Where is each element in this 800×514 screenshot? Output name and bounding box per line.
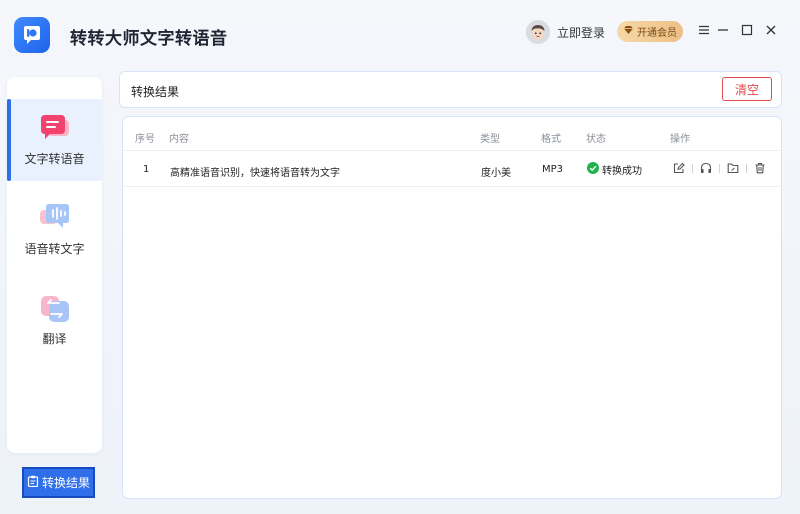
minimize-icon[interactable]	[713, 20, 733, 40]
action-divider	[746, 163, 747, 173]
row-type: 度小美	[481, 168, 511, 179]
conversion-result-button[interactable]: 转换结果	[22, 467, 95, 498]
translate-icon	[39, 294, 71, 324]
menu-icon[interactable]	[694, 20, 714, 40]
column-header-type: 类型	[480, 134, 500, 145]
success-check-icon	[587, 162, 599, 177]
vip-button[interactable]: 开通会员	[617, 21, 683, 42]
title-bar: 转转大师文字转语音 立即登录 开通会员	[0, 0, 800, 68]
column-header-index: 序号	[135, 134, 155, 145]
table-row: 1 高精准语音识别，快速将语音转为文字 度小美 MP3 转换成功	[123, 152, 781, 187]
column-header-content: 内容	[169, 134, 189, 145]
app-logo-icon	[14, 17, 50, 53]
clear-button[interactable]: 清空	[722, 77, 772, 101]
app-title: 转转大师文字转语音	[70, 29, 228, 49]
app-window: 转转大师文字转语音 立即登录 开通会员 文字转语音 语音转文字 翻译 转换结果 …	[0, 0, 800, 514]
speech-to-text-icon	[39, 204, 71, 234]
result-header-bar: 转换结果 清空	[119, 71, 782, 108]
action-divider	[692, 163, 693, 173]
diamond-icon	[623, 25, 634, 38]
column-header-actions: 操作	[670, 134, 690, 145]
clipboard-icon	[27, 475, 39, 490]
table-header: 序号 内容 类型 格式 状态 操作	[123, 117, 781, 151]
column-header-format: 格式	[541, 134, 561, 145]
maximize-icon[interactable]	[737, 20, 757, 40]
sidebar-item-label: 翻译	[42, 332, 67, 346]
sidebar-item-text-to-speech[interactable]: 文字转语音	[7, 99, 102, 181]
status-label: 转换成功	[602, 166, 642, 177]
result-table: 序号 内容 类型 格式 状态 操作 1 高精准语音识别，快速将语音转为文字 度小…	[122, 116, 782, 499]
row-format: MP3	[542, 164, 564, 175]
sidebar-item-translate[interactable]: 翻译	[7, 279, 102, 361]
row-actions	[671, 160, 768, 176]
text-to-speech-icon	[39, 114, 71, 144]
headphones-icon[interactable]	[698, 160, 714, 176]
login-button[interactable]: 立即登录	[526, 19, 605, 45]
sidebar-item-speech-to-text[interactable]: 语音转文字	[7, 189, 102, 271]
section-title: 转换结果	[131, 85, 180, 99]
login-label: 立即登录	[557, 25, 606, 40]
conversion-result-label: 转换结果	[41, 476, 90, 490]
row-content: 高精准语音识别，快速将语音转为文字	[170, 168, 340, 179]
sidebar-item-label: 语音转文字	[24, 242, 85, 256]
action-divider	[719, 163, 720, 173]
close-icon[interactable]	[761, 20, 781, 40]
avatar-icon	[526, 20, 550, 44]
sidebar: 文字转语音 语音转文字 翻译	[7, 77, 102, 453]
edit-icon[interactable]	[671, 160, 687, 176]
column-header-status: 状态	[586, 134, 606, 145]
trash-icon[interactable]	[752, 160, 768, 176]
vip-label: 开通会员	[637, 28, 677, 39]
row-status: 转换成功	[587, 162, 642, 177]
folder-icon[interactable]	[725, 160, 741, 176]
row-index: 1	[143, 164, 150, 175]
sidebar-item-label: 文字转语音	[24, 152, 85, 166]
